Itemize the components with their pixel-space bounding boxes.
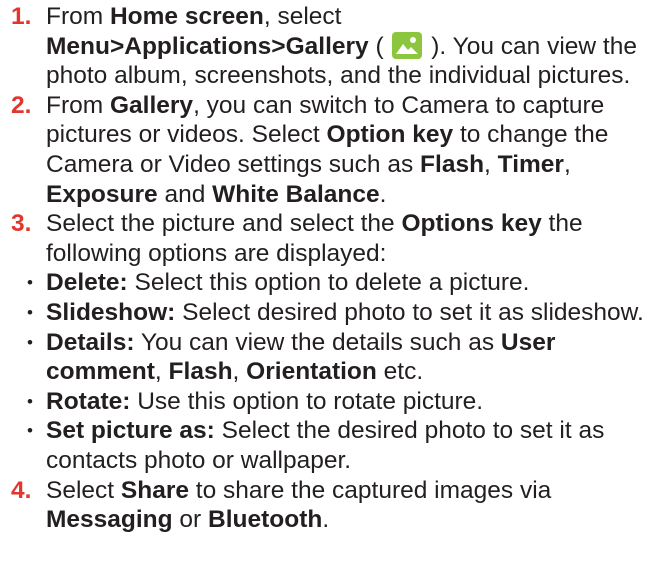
bold-term: Timer bbox=[497, 150, 564, 178]
bold-term: Share bbox=[120, 476, 189, 504]
bold-term: Bluetooth bbox=[208, 506, 323, 534]
list-item: Set picture as: Select the desired photo… bbox=[16, 416, 667, 475]
list-item: Slideshow: Select desired photo to set i… bbox=[16, 298, 667, 328]
step-number: 1. bbox=[11, 3, 32, 30]
bold-term: White Balance bbox=[212, 180, 380, 208]
instruction-page: 1. From Home screen, select Menu>Applica… bbox=[0, 0, 667, 588]
bold-term: Home screen bbox=[109, 3, 264, 30]
step-1: 1. From Home screen, select Menu>Applica… bbox=[11, 3, 637, 90]
bold-term: Gallery bbox=[109, 91, 194, 119]
step-number: 3. bbox=[11, 210, 32, 238]
options-list: Delete: Select this option to delete a p… bbox=[16, 268, 667, 475]
step-2: 2. From Gallery, you can switch to Camer… bbox=[11, 91, 609, 208]
bold-term: Exposure bbox=[46, 180, 158, 208]
step-4: 4. Select Share to share the captured im… bbox=[11, 476, 552, 534]
step-number: 2. bbox=[11, 91, 32, 119]
bold-term: Option key bbox=[326, 121, 454, 149]
step-number: 4. bbox=[11, 476, 32, 504]
bold-term: Menu>Applications>Gallery bbox=[46, 32, 369, 60]
list-item: Rotate: Use this option to rotate pictur… bbox=[16, 387, 667, 417]
step-3: 3. Select the picture and select the Opt… bbox=[11, 210, 583, 267]
list-item: Delete: Select this option to delete a p… bbox=[16, 268, 667, 298]
bold-term: Messaging bbox=[46, 506, 173, 534]
bold-term: Options key bbox=[401, 210, 542, 238]
bold-term: Flash bbox=[420, 150, 485, 178]
list-item: Details: You can view the details such a… bbox=[16, 328, 667, 387]
gallery-icon bbox=[392, 31, 423, 59]
